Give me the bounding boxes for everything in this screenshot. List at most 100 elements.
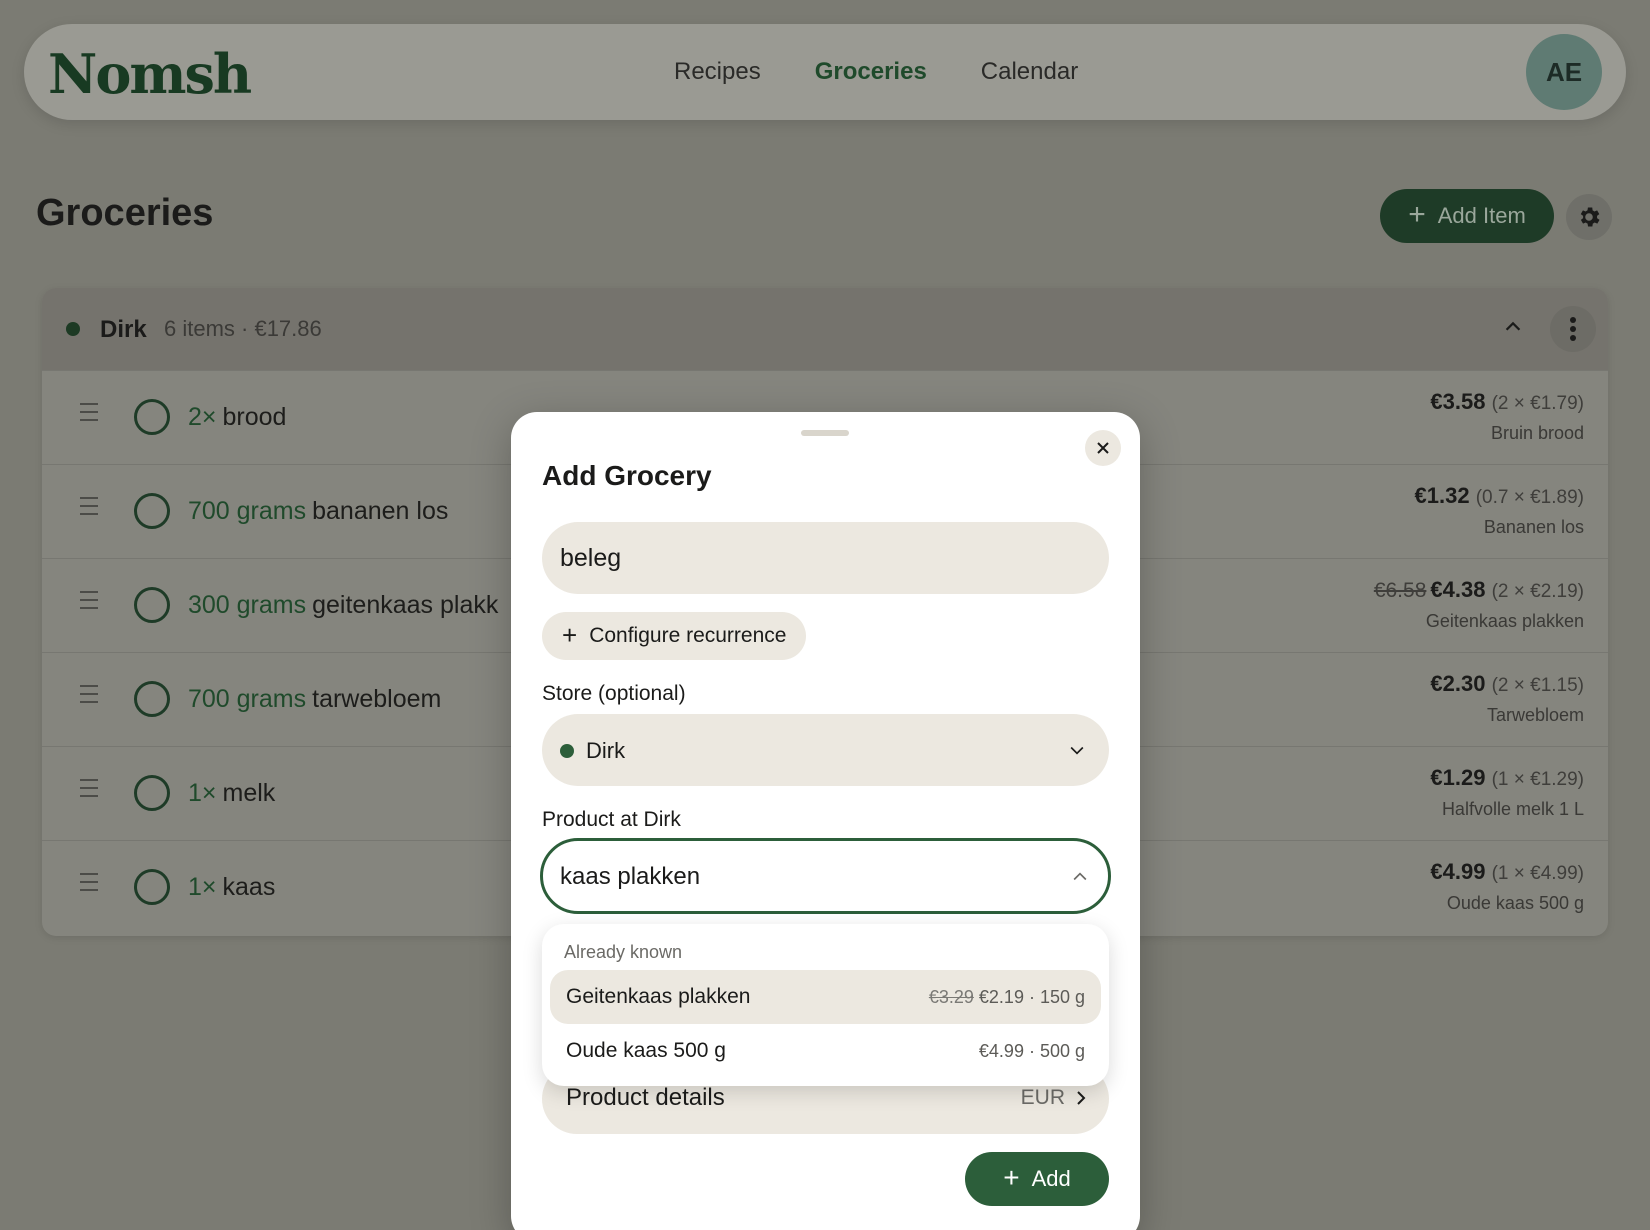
more-vertical-icon <box>1570 317 1576 341</box>
item-price: €1.32 (0.7 × €1.89) Bananen los <box>1415 483 1584 538</box>
item-price-total: €3.58 <box>1430 389 1486 414</box>
item-name: bananen los <box>312 497 449 525</box>
item-quantity: 1× <box>188 779 217 807</box>
item-price-calc: (1 × €4.99) <box>1491 863 1584 884</box>
item-price-calc: (2 × €1.79) <box>1491 393 1584 414</box>
item-text: 1× melk <box>188 779 275 808</box>
item-price-total: €4.99 <box>1430 859 1486 884</box>
settings-button[interactable] <box>1566 194 1612 240</box>
product-combobox-value: kaas plakken <box>560 863 701 890</box>
close-icon <box>1097 442 1109 454</box>
sheet-drag-handle[interactable] <box>801 430 849 436</box>
page-title: Groceries <box>36 192 214 234</box>
drag-handle-icon[interactable] <box>80 779 98 803</box>
option-meta: €4.99 · 500 g <box>979 1041 1085 1062</box>
item-price-calc: (2 × €1.15) <box>1491 675 1584 696</box>
chevron-up-icon <box>1070 867 1090 892</box>
configure-recurrence-label: Configure recurrence <box>589 624 787 647</box>
drag-handle-icon[interactable] <box>80 497 98 521</box>
product-dropdown: Already known Geitenkaas plakken €3.29 €… <box>542 924 1109 1086</box>
item-product: Tarwebloem <box>1486 705 1584 725</box>
item-price: €1.29 (1 × €1.29) Halfvolle melk 1 L <box>1430 765 1584 820</box>
option-name: Geitenkaas plakken <box>566 985 751 1008</box>
option-name: Oude kaas 500 g <box>566 1039 726 1062</box>
item-price: €6.58 €4.38 (2 × €2.19) Geitenkaas plakke… <box>1374 577 1584 632</box>
modal-title: Add Grocery <box>542 460 712 491</box>
item-price: €3.58 (2 × €1.79) Bruin brood <box>1430 389 1584 444</box>
item-checkbox[interactable] <box>134 399 170 435</box>
store-color-dot <box>560 744 574 758</box>
item-checkbox[interactable] <box>134 775 170 811</box>
store-label: Store (optional) <box>542 682 686 705</box>
chevron-up-icon[interactable] <box>1502 316 1524 343</box>
item-quantity: 2× <box>188 403 217 431</box>
dropdown-option[interactable]: Oude kaas 500 g €4.99 · 500 g <box>550 1024 1101 1078</box>
item-quantity: 700 grams <box>188 685 307 713</box>
nav-link-calendar[interactable]: Calendar <box>981 58 1078 86</box>
item-price-total: €2.30 <box>1430 671 1486 696</box>
item-product: Bruin brood <box>1490 423 1584 443</box>
item-checkbox[interactable] <box>134 869 170 905</box>
chevron-right-icon <box>1077 1091 1086 1105</box>
item-text: 2× brood <box>188 403 286 432</box>
store-select-value: Dirk <box>586 738 626 763</box>
product-combobox[interactable]: kaas plakken <box>540 838 1111 914</box>
store-menu-button[interactable] <box>1550 306 1596 352</box>
gear-icon <box>1580 207 1600 227</box>
item-text: 300 grams geitenkaas plakk <box>188 591 498 620</box>
dropdown-section-label: Already known <box>564 942 683 962</box>
item-price-total: €1.32 <box>1414 483 1470 508</box>
add-item-label: Add Item <box>1437 203 1526 228</box>
chevron-down-icon <box>1067 740 1087 765</box>
plus-icon: + <box>1003 1161 1020 1193</box>
drag-handle-icon[interactable] <box>80 403 98 427</box>
item-name: tarwebloem <box>312 685 442 713</box>
store-group-header[interactable]: Dirk 6 items · €17.86 <box>42 288 1608 370</box>
item-price-calc: (1 × €1.29) <box>1491 769 1584 790</box>
product-details-label: Product details <box>566 1084 725 1111</box>
item-price: €4.99 (1 × €4.99) Oude kaas 500 g <box>1430 859 1584 914</box>
product-details-summary: EUR <box>1021 1086 1087 1110</box>
option-old-price: €3.29 <box>928 986 974 1007</box>
store-name: Dirk <box>100 316 147 343</box>
nav-link-recipes[interactable]: Recipes <box>674 58 761 86</box>
configure-recurrence-button[interactable]: + Configure recurrence <box>542 612 807 660</box>
item-checkbox[interactable] <box>134 493 170 529</box>
avatar[interactable]: AE <box>1526 34 1602 110</box>
item-name: geitenkaas plakk <box>312 591 499 619</box>
dropdown-option[interactable]: Geitenkaas plakken €3.29 €2.19 · 150 g <box>550 970 1101 1024</box>
grocery-name-input[interactable] <box>542 522 1109 594</box>
store-meta: 6 items · €17.86 <box>164 316 322 341</box>
currency-value: EUR <box>1020 1086 1065 1109</box>
close-button[interactable] <box>1085 430 1121 466</box>
drag-handle-icon[interactable] <box>80 685 98 709</box>
item-text: 1× kaas <box>188 873 275 902</box>
add-item-button[interactable]: + Add Item <box>1380 189 1554 243</box>
item-checkbox[interactable] <box>134 587 170 623</box>
store-select[interactable]: Dirk <box>542 714 1109 786</box>
item-product: Geitenkaas plakken <box>1425 611 1584 631</box>
nav-links: Recipes Groceries Calendar <box>674 58 1078 86</box>
top-nav: Nomsh Recipes Groceries Calendar AE <box>24 24 1626 120</box>
option-price: €2.19 · 150 g <box>978 986 1085 1007</box>
nav-link-groceries[interactable]: Groceries <box>815 58 927 86</box>
logo[interactable]: Nomsh <box>48 42 252 106</box>
item-quantity: 700 grams <box>188 497 307 525</box>
item-checkbox[interactable] <box>134 681 170 717</box>
option-meta: €3.29 €2.19 · 150 g <box>929 987 1085 1008</box>
drag-handle-icon[interactable] <box>80 591 98 615</box>
item-product: Halfvolle melk 1 L <box>1441 799 1584 819</box>
plus-icon: + <box>1408 197 1426 231</box>
item-price-total: €1.29 <box>1430 765 1486 790</box>
item-quantity: 300 grams <box>188 591 307 619</box>
item-quantity: 1× <box>188 873 217 901</box>
item-text: 700 grams tarwebloem <box>188 685 441 714</box>
item-price-old: €6.58 <box>1373 579 1427 602</box>
product-label: Product at Dirk <box>542 808 681 831</box>
item-product: Bananen los <box>1483 517 1584 537</box>
add-button[interactable]: + Add <box>965 1152 1109 1206</box>
item-text: 700 grams bananen los <box>188 497 448 526</box>
item-price: €2.30 (2 × €1.15) Tarwebloem <box>1430 671 1584 726</box>
item-price-total: €4.38 <box>1430 577 1486 602</box>
drag-handle-icon[interactable] <box>80 873 98 897</box>
